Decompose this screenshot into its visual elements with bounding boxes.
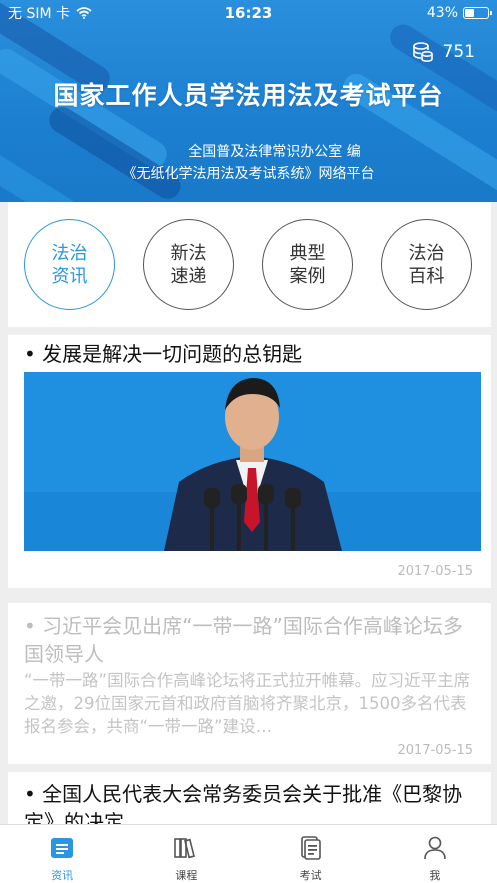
coin-count: 751 xyxy=(442,42,475,62)
category-typical-cases[interactable]: 典型 案例 xyxy=(262,219,353,310)
header-banner: 无 SIM 卡 16:23 43% 751 国家工作人员学法用法及考试平台 全国… xyxy=(0,0,497,202)
article-card[interactable]: • 全国人民代表大会常务委员会关于批准《巴黎协定》的决定 xyxy=(8,772,491,834)
exam-paper-icon xyxy=(300,836,321,860)
status-bar: 无 SIM 卡 16:23 43% xyxy=(0,0,497,26)
category-law-encyclopedia[interactable]: 法治 百科 xyxy=(381,219,472,310)
article-image xyxy=(24,372,481,551)
category-label: 典型 xyxy=(289,242,326,264)
article-date: 2017-05-15 xyxy=(397,743,473,758)
coin-balance[interactable]: 751 xyxy=(411,40,475,64)
category-law-news[interactable]: 法治 资讯 xyxy=(24,219,115,310)
books-icon xyxy=(174,838,196,859)
tab-exam[interactable]: 考试 xyxy=(249,825,373,883)
tab-label: 考试 xyxy=(299,869,322,882)
tab-label: 我 xyxy=(429,869,441,882)
tab-label: 资讯 xyxy=(51,869,74,882)
article-title: • 习近平会见出席“一带一路”国际合作高峰论坛多国领导人 xyxy=(24,614,463,666)
battery-percent: 43% xyxy=(426,5,458,21)
coins-icon xyxy=(412,42,433,63)
article-title: • 发展是解决一切问题的总钥匙 xyxy=(24,342,303,366)
tab-news[interactable]: 资讯 xyxy=(0,825,124,883)
publisher-line: 全国普及法律常识办公室 编 xyxy=(188,144,361,160)
category-label: 法治 xyxy=(51,242,88,264)
platform-line: 《无纸化学法用法及考试系统》网络平台 xyxy=(122,166,375,182)
article-card[interactable]: • 发展是解决一切问题的总钥匙 2017-05-15 xyxy=(8,335,491,588)
tab-me[interactable]: 我 xyxy=(373,825,497,883)
article-summary: “一带一路”国际合作高峰论坛将正式拉开帷幕。应习近平主席之邀，29位国家元首和政… xyxy=(24,671,471,736)
tab-courses[interactable]: 课程 xyxy=(124,825,248,883)
category-label: 资讯 xyxy=(51,265,88,287)
category-new-laws[interactable]: 新法 速递 xyxy=(143,219,234,310)
battery-icon xyxy=(463,7,492,19)
person-icon xyxy=(424,836,446,860)
category-label: 新法 xyxy=(170,242,207,264)
category-label: 速递 xyxy=(170,265,207,287)
article-date: 2017-05-15 xyxy=(397,564,473,579)
article-card[interactable]: • 习近平会见出席“一带一路”国际合作高峰论坛多国领导人 “一带一路”国际合作高… xyxy=(8,603,491,764)
news-icon xyxy=(51,838,74,858)
category-label: 法治 xyxy=(408,242,445,264)
page-title: 国家工作人员学法用法及考试平台 xyxy=(53,81,444,110)
tab-bar: 资讯 课程 考试 我 xyxy=(0,824,497,883)
category-label: 案例 xyxy=(289,265,326,287)
category-label: 百科 xyxy=(408,265,445,287)
clock: 16:23 xyxy=(224,4,273,22)
tab-label: 课程 xyxy=(175,869,198,882)
category-selector: 法治 资讯 新法 速递 典型 案例 法治 百科 xyxy=(8,202,491,327)
